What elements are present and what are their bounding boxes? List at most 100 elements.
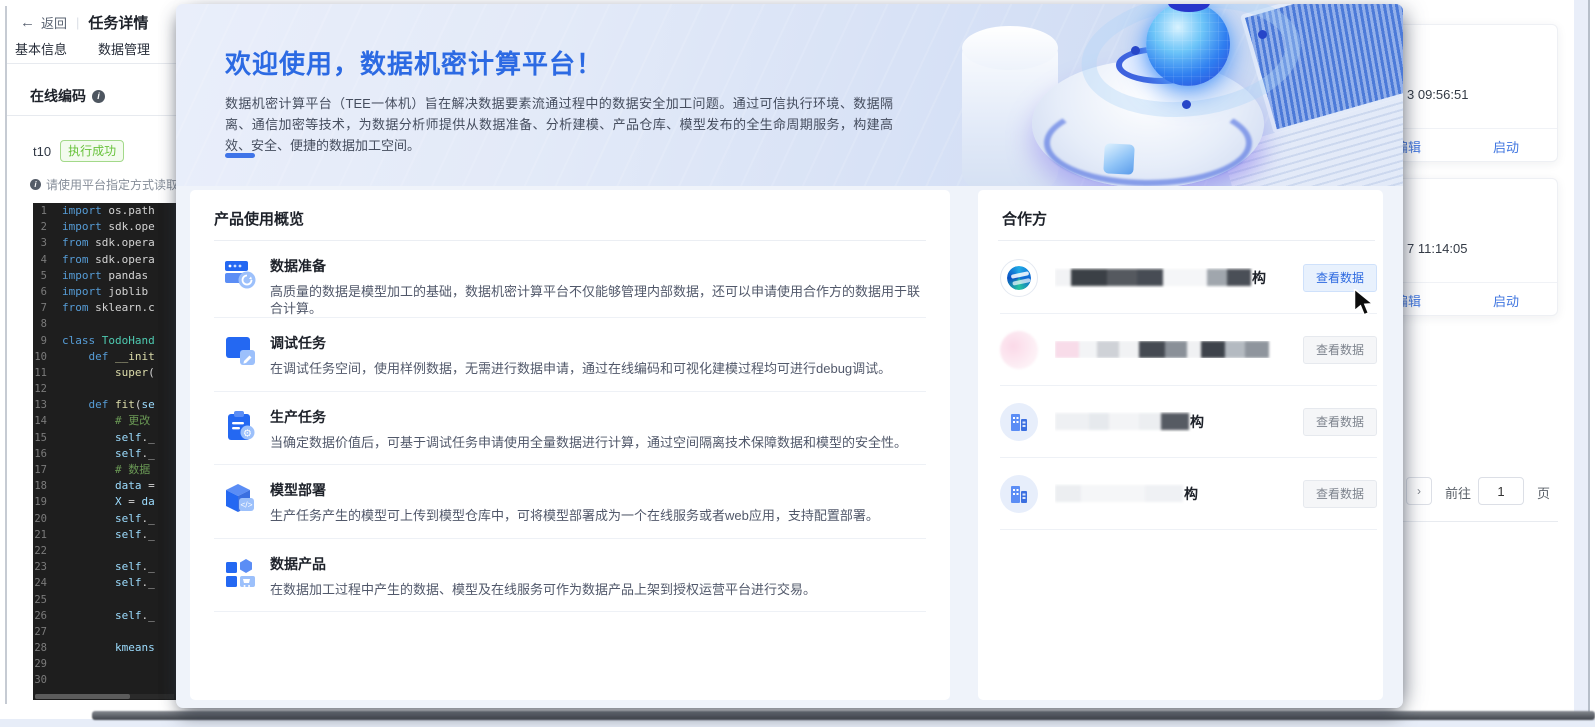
overview-item: ⚙ 生产任务当确定数据价值后，可基于调试任务申请使用全量数据进行计算，通过空间隔离… xyxy=(214,392,926,466)
code-line: 6import joblib xyxy=(33,284,176,300)
overview-item-title: 调试任务 xyxy=(270,333,891,353)
code-line: 24 self._ xyxy=(33,575,176,591)
code-line: 5import pandas xyxy=(33,268,176,284)
goto-label: 前往 xyxy=(1445,483,1471,502)
code-line: 22 xyxy=(33,543,176,559)
overview-item-desc: 当确定数据价值后，可基于调试任务申请使用全量数据进行计算，通过空间隔离技术保障数… xyxy=(270,434,907,451)
code-line: 10 def __init xyxy=(33,349,176,365)
data-prepare-icon xyxy=(224,258,258,297)
view-data-button[interactable]: 查看数据 xyxy=(1303,336,1377,364)
code-line: 8 xyxy=(33,316,176,332)
partner-name-redacted: 构 xyxy=(1055,412,1303,432)
overview-item-title: 模型部署 xyxy=(270,480,879,500)
code-line: 29 xyxy=(33,656,176,672)
model-deploy-icon: </> xyxy=(224,482,258,521)
code-line: 2import sdk.ope xyxy=(33,219,176,235)
code-line: 18 data = xyxy=(33,478,176,494)
welcome-title: 欢迎使用，数据机密计算平台！ xyxy=(225,44,603,81)
welcome-modal: 欢迎使用，数据机密计算平台！ 数据机密计算平台（TEE一体机）旨在解决数据要素流… xyxy=(176,4,1403,708)
partner-row: 构查看数据 xyxy=(1000,386,1377,458)
mouse-cursor xyxy=(1353,289,1374,316)
partners-title-divider xyxy=(998,240,1375,241)
svg-text:⚙: ⚙ xyxy=(243,428,252,439)
breadcrumb-separator: | xyxy=(76,15,79,30)
code-line: 25 xyxy=(33,592,176,608)
welcome-description: 数据机密计算平台（TEE一体机）旨在解决数据要素流通过程中的数据安全加工问题。通… xyxy=(225,93,893,156)
code-line: 16 self._ xyxy=(33,446,176,462)
hero-illustration-cube xyxy=(1103,143,1135,175)
product-overview-card: 产品使用概览 数据准备高质量的数据是模型加工的基础，数据机密计算平台不仅能够管理… xyxy=(190,190,950,700)
partner-name-redacted: 构 xyxy=(1055,484,1303,504)
partner-name-redacted xyxy=(1055,341,1303,358)
partner-globe-avatar xyxy=(1000,259,1038,297)
window-bottom-shadow xyxy=(92,711,1595,720)
code-line: 11 super( xyxy=(33,365,176,381)
code-line: 19 X = da xyxy=(33,494,176,510)
overview-item-title: 数据产品 xyxy=(270,554,816,574)
start-link[interactable]: 启动 xyxy=(1493,291,1519,310)
start-link[interactable]: 启动 xyxy=(1493,137,1519,156)
breadcrumb: ← 返回 | 任务详情 xyxy=(20,12,148,33)
partner-row: 查看数据 xyxy=(1000,314,1377,386)
view-data-button[interactable]: 查看数据 xyxy=(1303,480,1377,508)
partner-building-icon xyxy=(1000,475,1038,513)
info-icon: i xyxy=(92,90,105,103)
editor-hscrollbar[interactable] xyxy=(35,694,174,699)
partner-blurred-avatar xyxy=(1000,331,1038,369)
task-timestamp: 3 09:56:51 xyxy=(1407,87,1468,102)
overview-item-title: 生产任务 xyxy=(270,407,907,427)
overview-card-title: 产品使用概览 xyxy=(214,208,304,229)
code-line: 27 xyxy=(33,624,176,640)
task-tabs: 基本信息 数据管理 xyxy=(15,39,150,58)
code-line: 28 kmeans xyxy=(33,640,176,656)
hero-banner: 欢迎使用，数据机密计算平台！ 数据机密计算平台（TEE一体机）旨在解决数据要素流… xyxy=(176,4,1403,186)
overview-item-desc: 生产任务产生的模型可上传到模型仓库中，可将模型部署成为一个在线服务或者web应用… xyxy=(270,507,879,524)
hero-illustration-dot xyxy=(1182,100,1191,109)
window-right-border xyxy=(1588,0,1590,716)
note-info-icon: i xyxy=(30,179,41,190)
hero-illustration-dot xyxy=(1258,30,1267,39)
code-line: 14 # 更改 xyxy=(33,413,176,429)
section-divider xyxy=(7,115,176,116)
code-line: 26 self._ xyxy=(33,608,176,624)
code-line: 3from sdk.opera xyxy=(33,235,176,251)
overview-item-title: 数据准备 xyxy=(270,256,920,276)
partner-row: 构查看数据 xyxy=(1000,242,1377,314)
code-line: 1import os.path xyxy=(33,203,176,219)
code-line: 23 self._ xyxy=(33,559,176,575)
next-page-button[interactable]: › xyxy=(1406,477,1432,505)
code-line: 12 xyxy=(33,381,176,397)
partners-card: 合作方 构查看数据查看数据构查看数据构查看数据 xyxy=(978,190,1383,700)
task-detail-panel: ← 返回 | 任务详情 基本信息 数据管理 在线编码 i t10 执行成功 i … xyxy=(7,0,176,711)
code-line: 30 xyxy=(33,672,176,688)
back-arrow-icon[interactable]: ← xyxy=(20,14,35,31)
partners-card-title: 合作方 xyxy=(1002,208,1047,229)
production-task-icon: ⚙ xyxy=(224,409,258,448)
section-title-online-coding: 在线编码 xyxy=(30,86,86,106)
view-data-button[interactable]: 查看数据 xyxy=(1303,408,1377,436)
tab-basic-info[interactable]: 基本信息 xyxy=(15,39,67,58)
hero-accent-dash xyxy=(225,153,255,158)
overview-item-desc: 在调试任务空间，使用样例数据，无需进行数据申请，通过在线编码和可视化建模过程均可… xyxy=(270,360,891,377)
pagination-divider xyxy=(1403,521,1558,522)
code-line: 13 def fit(se xyxy=(33,397,176,413)
code-editor[interactable]: 1import os.path2import sdk.ope3from sdk.… xyxy=(33,203,176,700)
code-line: 4from sdk.opera xyxy=(33,252,176,268)
overview-item: 数据准备高质量的数据是模型加工的基础，数据机密计算平台不仅能够管理内部数据，还可… xyxy=(214,241,926,318)
hero-illustration-dot xyxy=(1131,46,1140,55)
partner-building-icon xyxy=(1000,403,1038,441)
back-button[interactable]: 返回 xyxy=(41,13,67,32)
job-id: t10 xyxy=(33,144,51,159)
overview-item: 数据产品在数据加工过程中产生的数据、模型及在线服务可作为数据产品上架到授权运营平… xyxy=(214,539,926,613)
code-line: 21 self._ xyxy=(33,527,176,543)
overview-item-desc: 高质量的数据是模型加工的基础，数据机密计算平台不仅能够管理内部数据，还可以申请使… xyxy=(270,283,920,317)
tab-data-management[interactable]: 数据管理 xyxy=(98,39,150,58)
overview-item-desc: 在数据加工过程中产生的数据、模型及在线服务可作为数据产品上架到授权运营平台进行交… xyxy=(270,581,816,598)
status-badge: 执行成功 xyxy=(60,140,124,162)
view-data-button[interactable]: 查看数据 xyxy=(1303,264,1377,292)
tabs-divider xyxy=(7,63,176,64)
window-left-border xyxy=(5,6,7,704)
partner-name-redacted: 构 xyxy=(1055,268,1303,288)
page-input[interactable] xyxy=(1478,477,1524,505)
code-line: 15 self._ xyxy=(33,430,176,446)
